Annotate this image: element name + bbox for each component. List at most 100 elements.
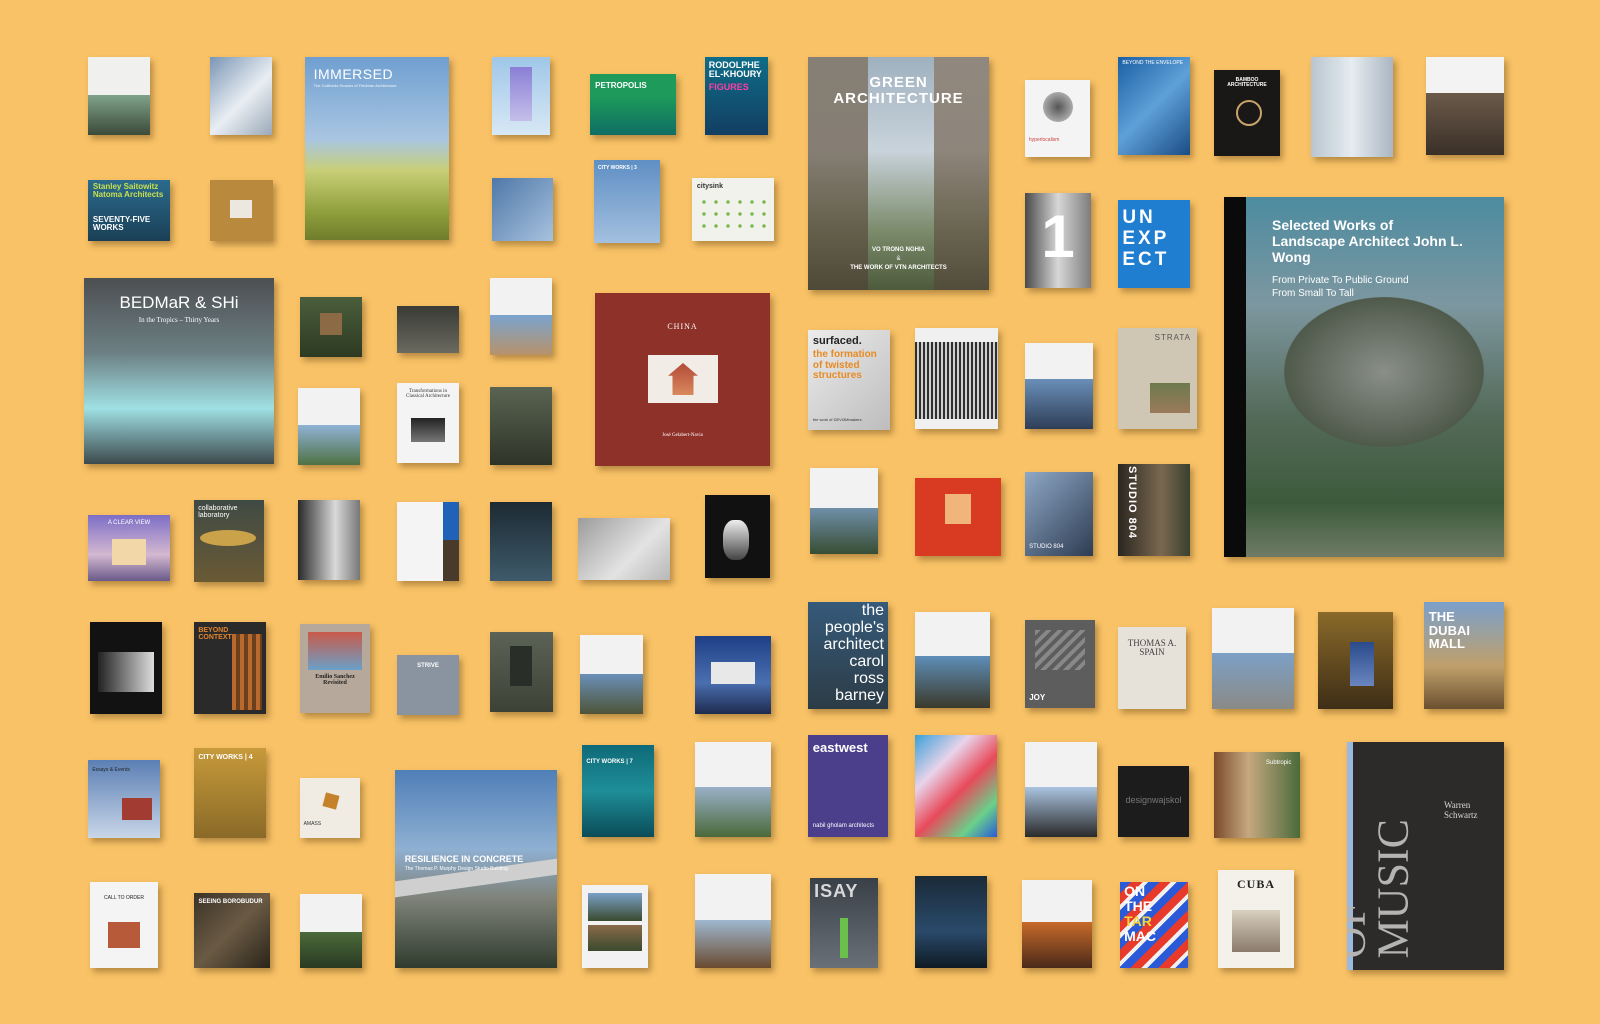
book-cover[interactable] xyxy=(300,297,362,357)
book-cover[interactable] xyxy=(695,874,771,968)
book-title: THE SHAPE OF MUSIC xyxy=(1347,818,1418,958)
cover-photo xyxy=(648,355,718,403)
book-cover[interactable] xyxy=(580,635,643,714)
book-cover[interactable] xyxy=(578,518,670,580)
book-john-l-wong[interactable]: Selected Works of Landscape Architect Jo… xyxy=(1224,197,1504,557)
book-seeing-borobudur[interactable]: SEEING BOROBUDUR xyxy=(194,893,270,968)
book-unexpect[interactable]: UN EXP ECT xyxy=(1118,200,1190,288)
book-shape-of-music[interactable]: Warren Schwartz THE SHAPE OF MUSIC xyxy=(1347,742,1504,970)
book-cover[interactable] xyxy=(210,57,272,135)
book-peoples-architect[interactable]: the people's architect carol ross barney xyxy=(808,602,888,709)
cover-photo xyxy=(588,893,642,921)
book-cover[interactable] xyxy=(88,57,150,135)
book-cover[interactable] xyxy=(397,502,459,581)
book-cover[interactable] xyxy=(915,612,990,708)
book-hyperlocalism[interactable]: hyperlocalism xyxy=(1025,80,1090,157)
book-title: Subtropic xyxy=(1266,760,1292,766)
book-cover[interactable] xyxy=(1025,742,1097,837)
book-cover[interactable] xyxy=(915,328,998,429)
book-one[interactable]: 1 xyxy=(1025,193,1091,288)
book-title: STUDIO 804 xyxy=(1126,466,1138,539)
book-cover[interactable] xyxy=(492,57,550,135)
book-cover[interactable] xyxy=(1311,57,1393,157)
book-cover[interactable] xyxy=(300,894,362,968)
book-title-line: MAC xyxy=(1124,928,1156,944)
book-cover[interactable] xyxy=(810,468,878,554)
book-cover[interactable] xyxy=(1426,57,1504,155)
book-author: VO TRONG NGHIA xyxy=(871,247,925,253)
book-stanley-saitowitz[interactable]: Stanley Saitowitz Natoma Architects SEVE… xyxy=(88,180,170,241)
book-on-the-tarmac[interactable]: ON THE TAR MAC xyxy=(1120,882,1188,968)
cover-photo xyxy=(1236,100,1262,126)
book-amass[interactable]: AMASS xyxy=(300,778,360,838)
book-surfaced[interactable]: surfaced. the formation of twisted struc… xyxy=(808,330,890,430)
cover-photo xyxy=(723,520,749,560)
book-emilio-sanchez[interactable]: Emilio Sanchez Revisited xyxy=(300,624,370,713)
book-petropolis[interactable]: PETROPOLIS xyxy=(590,74,676,135)
cover-photo xyxy=(695,920,771,968)
book-cover[interactable] xyxy=(1025,343,1093,429)
book-cover[interactable] xyxy=(490,387,552,465)
book-cover[interactable] xyxy=(1318,612,1393,709)
book-cover[interactable] xyxy=(490,278,552,355)
book-cover[interactable] xyxy=(298,500,360,580)
cover-band xyxy=(443,502,459,540)
book-designwajskol[interactable]: designwajskol xyxy=(1118,766,1189,837)
book-title-line: ECT xyxy=(1122,249,1170,270)
book-city-works-7[interactable]: CITY WORKS | 7 xyxy=(582,745,654,837)
book-dubai-mall[interactable]: THE DUBAI MALL xyxy=(1424,602,1504,709)
book-strive[interactable]: STRIVE xyxy=(397,655,459,715)
book-studio-804[interactable]: STUDIO 804 xyxy=(1025,472,1093,556)
book-transformations[interactable]: Transformations in Classical Architectur… xyxy=(397,383,459,463)
book-thomas-spain[interactable]: THOMAS A. SPAIN xyxy=(1118,627,1186,709)
book-isay[interactable]: ISAY xyxy=(810,878,878,968)
book-call-to-order[interactable]: CALL TO ORDER xyxy=(90,882,158,968)
book-city-works-3[interactable]: CITY WORKS | 3 xyxy=(594,160,660,243)
book-joy[interactable]: JOY xyxy=(1025,620,1095,708)
book-clear-view[interactable]: A CLEAR VIEW xyxy=(88,515,170,581)
book-cover[interactable] xyxy=(397,306,459,353)
book-cover[interactable] xyxy=(695,742,771,837)
book-immersed[interactable]: IMMERSED The California Houses of Feldma… xyxy=(305,57,449,240)
book-bamboo[interactable]: BAMBOO ARCHITECTURE xyxy=(1214,70,1280,156)
book-china[interactable]: CHINA José Gelabert-Navia xyxy=(595,293,770,466)
book-cover[interactable] xyxy=(915,735,997,837)
book-cover[interactable] xyxy=(705,495,770,578)
book-cuba[interactable]: CUBA xyxy=(1218,870,1294,968)
book-cover[interactable] xyxy=(915,478,1001,556)
book-title: PETROPOLIS xyxy=(595,81,647,90)
book-strata[interactable]: STRATA xyxy=(1118,328,1197,429)
book-beyond-context[interactable]: BEYOND CONTEXT xyxy=(194,622,266,714)
book-cover[interactable] xyxy=(492,178,553,241)
book-cover[interactable] xyxy=(582,885,648,968)
book-cover[interactable] xyxy=(915,876,987,968)
book-resilience-concrete[interactable]: RESILIENCE IN CONCRETE The Thomas P. Mur… xyxy=(395,770,557,968)
book-cover[interactable] xyxy=(1022,880,1092,968)
book-amp: & xyxy=(896,256,901,262)
book-studio-804-vertical[interactable]: STUDIO 804 xyxy=(1118,464,1190,556)
book-subtropic[interactable]: Subtropic xyxy=(1214,752,1300,838)
book-green-architecture[interactable]: GREEN ARCHITECTURE VO TRONG NGHIA & THE … xyxy=(808,57,989,290)
book-eastwest[interactable]: eastwest nabil gholam architects xyxy=(808,735,888,837)
book-cover[interactable] xyxy=(490,632,553,712)
book-title-line: TAR xyxy=(1124,913,1152,929)
book-cover[interactable] xyxy=(490,502,552,581)
book-city-works-4[interactable]: CITY WORKS | 4 xyxy=(194,748,266,838)
book-title-line: people's xyxy=(824,619,884,636)
book-cover[interactable] xyxy=(298,388,360,465)
book-title: Emilio Sanchez Revisited xyxy=(315,674,355,687)
book-cover[interactable] xyxy=(210,180,273,241)
book-cover[interactable] xyxy=(695,636,771,714)
book-cover[interactable] xyxy=(90,622,162,714)
book-bedmar-shi[interactable]: BEDMaR & SHi In the Tropics – Thirty Yea… xyxy=(84,278,274,464)
book-citysink[interactable]: citysink xyxy=(692,178,774,241)
book-title: BEDMaR & SHi xyxy=(119,293,239,312)
book-essays-events[interactable]: Essays & Events xyxy=(88,760,160,838)
book-cover[interactable] xyxy=(1212,608,1294,709)
book-beyond-envelope[interactable]: BEYOND THE ENVELOPE xyxy=(1118,57,1190,155)
book-title-line: carol xyxy=(849,653,884,670)
book-title: Stanley Saitowitz Natoma Architects xyxy=(92,182,164,200)
book-title-line: UN xyxy=(1122,207,1156,228)
book-collaborative-laboratory[interactable]: collaborative laboratory xyxy=(194,500,264,582)
book-rodolphe[interactable]: RODOLPHE EL-KHOURY FIGURES xyxy=(705,57,768,135)
